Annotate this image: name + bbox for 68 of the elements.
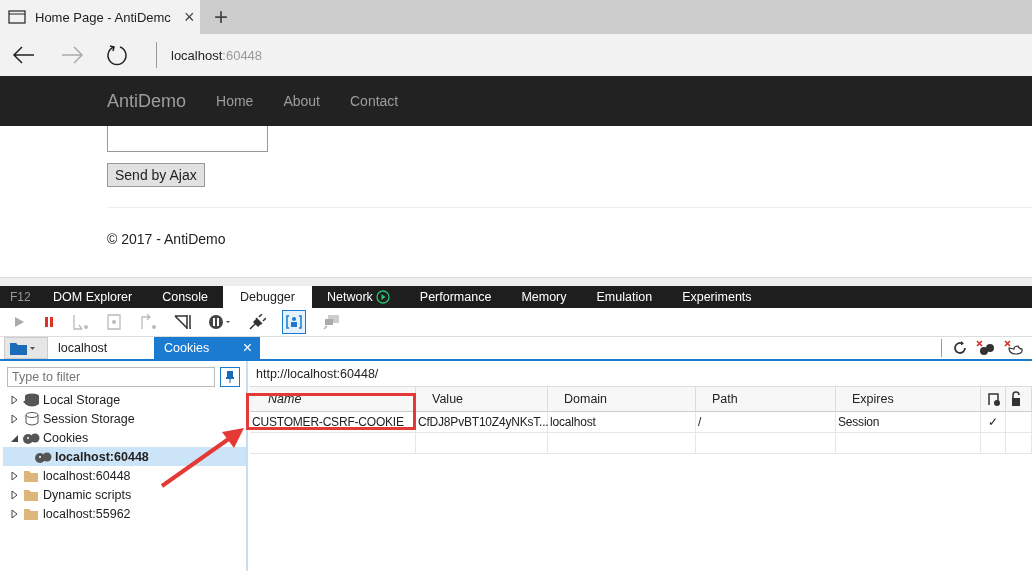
send-button[interactable]: Send by Ajax bbox=[107, 163, 205, 187]
exception-icon[interactable] bbox=[208, 314, 232, 330]
nav-link[interactable]: About bbox=[283, 93, 320, 109]
clear-cookies-icon[interactable] bbox=[976, 340, 996, 356]
expander-icon[interactable] bbox=[11, 394, 19, 405]
filter-field[interactable]: Type to filter bbox=[7, 367, 215, 387]
tree-item[interactable]: localhost:60448 bbox=[0, 466, 133, 485]
http-only-icon[interactable] bbox=[985, 391, 1001, 407]
table-cell: CfDJ8PvBT10Z4yNKsT... bbox=[416, 412, 548, 433]
table-cell: ✓ bbox=[981, 412, 1006, 433]
new-tab-button[interactable]: + bbox=[214, 3, 228, 31]
table-cell: / bbox=[696, 412, 836, 433]
expander-icon[interactable] bbox=[11, 470, 19, 481]
url-label: http://localhost:60448/ bbox=[255, 366, 380, 383]
refresh-icon[interactable] bbox=[106, 44, 128, 66]
pause-icon[interactable] bbox=[42, 315, 56, 329]
document-tab[interactable]: localhost bbox=[48, 337, 154, 359]
devtools-tab[interactable]: Network bbox=[311, 286, 405, 308]
devtools-tab[interactable]: Experiments bbox=[667, 286, 767, 308]
column-header[interactable]: Domain bbox=[548, 386, 696, 412]
braces-icon[interactable] bbox=[282, 310, 306, 334]
window-icon bbox=[8, 10, 26, 24]
folder-icon bbox=[9, 340, 35, 356]
text-input[interactable] bbox=[107, 126, 268, 152]
expander-icon[interactable] bbox=[11, 413, 19, 424]
nav-link[interactable]: Contact bbox=[350, 93, 399, 109]
tree-item[interactable]: Local Storage bbox=[0, 390, 123, 409]
footer-text: © 2017 - AntiDemo bbox=[107, 231, 227, 247]
address-field[interactable]: localhost:60448 bbox=[171, 47, 263, 63]
database-icon bbox=[22, 391, 40, 408]
table-cell: Session bbox=[836, 412, 981, 433]
tree-item[interactable]: localhost:55962 bbox=[0, 504, 133, 523]
table-cell bbox=[1006, 433, 1032, 454]
pin-button[interactable] bbox=[220, 367, 240, 387]
expander-icon[interactable] bbox=[11, 508, 19, 519]
break-icon[interactable] bbox=[174, 314, 192, 330]
play-icon bbox=[375, 290, 390, 304]
browser-tab[interactable]: Home Page - AntiDemc × bbox=[0, 0, 200, 34]
table-cell bbox=[981, 433, 1006, 454]
devtools-tab[interactable]: DOM Explorer bbox=[38, 286, 148, 308]
column-header[interactable]: Expires bbox=[836, 386, 981, 412]
devtools-tab[interactable]: Console bbox=[147, 286, 224, 308]
devtools-tab[interactable]: Performance bbox=[404, 286, 507, 308]
folder-dropdown[interactable] bbox=[4, 337, 48, 359]
devtools-tab[interactable]: Debugger bbox=[223, 286, 312, 308]
brand-link[interactable]: AntiDemo bbox=[107, 90, 187, 112]
lock-icon[interactable] bbox=[1010, 391, 1022, 407]
column-header[interactable]: Value bbox=[416, 386, 548, 412]
table-cell: localhost bbox=[548, 412, 696, 433]
database-icon bbox=[22, 410, 40, 427]
back-icon[interactable] bbox=[12, 46, 36, 64]
tree-item[interactable]: Session Storage bbox=[0, 409, 137, 428]
nav-link[interactable]: Home bbox=[216, 93, 254, 109]
table-cell: CUSTOMER-CSRF-COOKIE bbox=[250, 412, 416, 433]
tree-item[interactable]: Cookies bbox=[0, 428, 91, 447]
f12-label: F12 bbox=[9, 290, 32, 304]
close-tab-button[interactable]: × bbox=[184, 6, 195, 28]
tab-title: Home Page - AntiDemc bbox=[35, 9, 172, 25]
document-tab[interactable]: Cookies × bbox=[154, 337, 260, 359]
column-header[interactable]: Path bbox=[696, 386, 836, 412]
devtools-tab[interactable]: Memory bbox=[506, 286, 582, 308]
plug-icon[interactable] bbox=[248, 314, 266, 330]
devtools-tab[interactable]: Emulation bbox=[581, 286, 668, 308]
tree-item[interactable]: Dynamic scripts bbox=[0, 485, 134, 504]
pin-icon bbox=[225, 370, 235, 384]
refresh-icon[interactable] bbox=[952, 340, 968, 356]
clear-cookie-icon[interactable] bbox=[1004, 340, 1024, 356]
expander-icon[interactable] bbox=[11, 489, 19, 500]
